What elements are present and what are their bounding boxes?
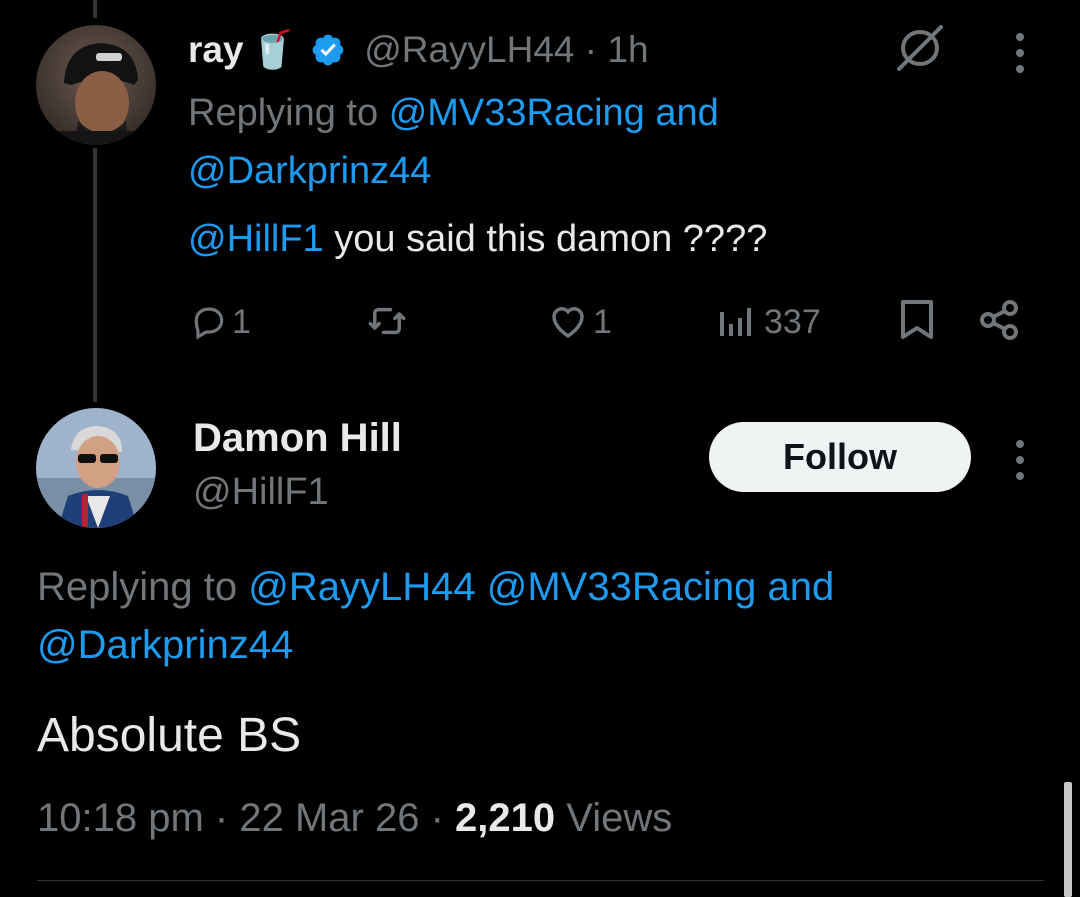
tweet-time[interactable]: 10:18 pm xyxy=(37,796,204,840)
meta-separator: · xyxy=(214,796,229,840)
more-options-icon[interactable] xyxy=(1010,33,1030,73)
meta-separator: · xyxy=(430,796,444,840)
retweet-icon[interactable] xyxy=(364,300,410,342)
reply-count: 1 xyxy=(232,303,251,341)
cup-emoji: 🥤 xyxy=(249,29,296,70)
thread-line-top xyxy=(93,0,97,18)
tweet-meta: 10:18 pm · 22 Mar 26 · 2,210 Views xyxy=(37,792,672,844)
replying-and[interactable]: and xyxy=(767,565,834,609)
like-count: 1 xyxy=(593,303,612,341)
grok-icon[interactable] xyxy=(893,23,947,73)
avatar-damon-hill[interactable] xyxy=(36,408,156,528)
mention-hillf1[interactable]: @HillF1 xyxy=(188,218,324,260)
mention-rayylh44[interactable]: @RayyLH44 xyxy=(248,565,475,609)
main-tweet-text: Absolute BS xyxy=(37,709,302,762)
like-icon[interactable] xyxy=(546,300,590,342)
views-number[interactable]: 2,210 xyxy=(455,796,555,840)
mention-mv33racing[interactable]: @MV33Racing xyxy=(389,92,645,134)
more-options-icon-main[interactable] xyxy=(1010,440,1030,480)
bookmark-icon[interactable] xyxy=(899,299,935,341)
replying-and[interactable]: and xyxy=(655,92,718,134)
avatar-ray[interactable] xyxy=(36,25,156,145)
replying-prefix: Replying to xyxy=(188,92,379,134)
share-icon[interactable] xyxy=(978,298,1022,342)
timestamp[interactable]: 1h xyxy=(607,29,648,70)
reply-header: ray 🥤 @RayyLH44 · 1h xyxy=(188,26,649,80)
mention-darkprinz44[interactable]: @Darkprinz44 xyxy=(188,150,431,192)
thread-line xyxy=(93,148,97,402)
author-handle[interactable]: @HillF1 xyxy=(193,468,329,516)
reply-replying-to: Replying to @MV33Racing and @Darkprinz44 xyxy=(188,84,848,200)
handle[interactable]: @RayyLH44 xyxy=(364,29,574,70)
views-label[interactable]: Views xyxy=(566,796,672,840)
avatar-image xyxy=(36,408,156,528)
main-replying-to: Replying to @RayyLH44 @MV33Racing and @D… xyxy=(37,558,1037,674)
divider xyxy=(37,880,1044,881)
avatar-image xyxy=(36,25,156,145)
reply-text: @HillF1 you said this damon ???? xyxy=(188,214,767,264)
mention-mv33racing[interactable]: @MV33Racing xyxy=(487,565,757,609)
tweet-date[interactable]: 22 Mar 26 xyxy=(239,796,419,840)
replying-prefix: Replying to xyxy=(37,565,238,609)
follow-button[interactable]: Follow xyxy=(709,422,971,492)
separator: · xyxy=(584,29,598,70)
scrollbar[interactable] xyxy=(1064,782,1072,897)
mention-darkprinz44[interactable]: @Darkprinz44 xyxy=(37,623,293,667)
author-name[interactable]: Damon Hill xyxy=(193,414,402,462)
verified-badge-icon xyxy=(310,32,346,80)
tweet-text: you said this damon ???? xyxy=(334,218,768,260)
views-icon[interactable] xyxy=(718,304,758,338)
display-name[interactable]: ray xyxy=(188,29,244,70)
views-count: 337 xyxy=(764,303,821,341)
reply-icon[interactable] xyxy=(190,302,228,340)
